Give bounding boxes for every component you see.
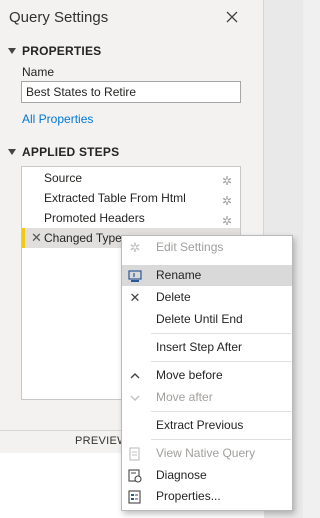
menu-separator <box>151 411 291 412</box>
properties-section-header[interactable]: PROPERTIES <box>8 44 101 58</box>
menu-item-label: View Native Query <box>156 446 256 460</box>
collapse-triangle-icon <box>8 149 16 155</box>
menu-item-properties[interactable]: Properties... <box>122 486 292 507</box>
gear-icon: ✲ <box>129 240 141 255</box>
delete-step-icon[interactable]: ✕ <box>31 228 42 248</box>
menu-item-view-native-query[interactable]: View Native Query <box>122 443 292 464</box>
diagnose-icon <box>127 468 143 484</box>
step-label: Promoted Headers <box>44 211 145 225</box>
menu-item-label: Delete <box>156 290 191 304</box>
applied-steps-section-header[interactable]: APPLIED STEPS <box>8 145 119 159</box>
step-source[interactable]: Source ✲ <box>22 168 240 188</box>
menu-item-edit-settings[interactable]: ✲ Edit Settings <box>122 237 292 258</box>
menu-item-label: Diagnose <box>156 468 207 482</box>
step-label: Changed Type <box>44 231 122 245</box>
menu-item-label: Properties... <box>156 489 221 503</box>
chevron-down-icon <box>127 390 143 406</box>
menu-item-extract-previous[interactable]: Extract Previous <box>122 415 292 436</box>
step-label: Source <box>44 171 83 185</box>
document-icon <box>127 446 143 462</box>
menu-item-label: Rename <box>156 268 202 282</box>
menu-item-delete-until-end[interactable]: Delete Until End <box>122 309 292 330</box>
applied-steps-section-label: APPLIED STEPS <box>22 145 120 159</box>
menu-item-insert-step-after[interactable]: Insert Step After <box>122 337 292 358</box>
step-extracted-table[interactable]: Extracted Table From Html ✲ <box>22 188 240 208</box>
menu-item-move-before[interactable]: Move before <box>122 365 292 386</box>
step-promoted-headers[interactable]: Promoted Headers ✲ <box>22 208 240 228</box>
properties-icon <box>127 489 143 505</box>
menu-item-label: Move after <box>156 390 213 404</box>
menu-item-label: Insert Step After <box>156 340 243 354</box>
menu-separator <box>151 439 291 440</box>
properties-section-label: PROPERTIES <box>22 44 102 58</box>
menu-item-delete[interactable]: ✕ Delete <box>122 287 292 308</box>
menu-item-label: Extract Previous <box>156 418 244 432</box>
close-icon: ✕ <box>129 290 141 305</box>
close-icon[interactable] <box>224 9 240 25</box>
menu-separator <box>151 361 291 362</box>
panel-title: Query Settings <box>9 9 109 26</box>
name-label: Name <box>22 65 55 79</box>
menu-item-rename[interactable]: Rename <box>122 265 292 286</box>
all-properties-link[interactable]: All Properties <box>22 112 93 126</box>
menu-item-label: Edit Settings <box>156 240 224 254</box>
collapse-triangle-icon <box>8 48 16 54</box>
step-context-menu: ✲ Edit Settings Rename ✕ Delete Delete U… <box>121 235 293 511</box>
menu-item-label: Delete Until End <box>156 312 243 326</box>
menu-item-diagnose[interactable]: Diagnose <box>122 465 292 486</box>
preview-label: PREVIEW <box>75 435 128 447</box>
rename-icon <box>127 268 143 284</box>
menu-item-label: Move before <box>156 368 223 382</box>
menu-separator <box>151 333 291 334</box>
menu-item-move-after[interactable]: Move after <box>122 387 292 408</box>
step-label: Extracted Table From Html <box>44 191 186 205</box>
name-input[interactable]: Best States to Retire <box>21 81 241 103</box>
chevron-up-icon <box>127 368 143 384</box>
